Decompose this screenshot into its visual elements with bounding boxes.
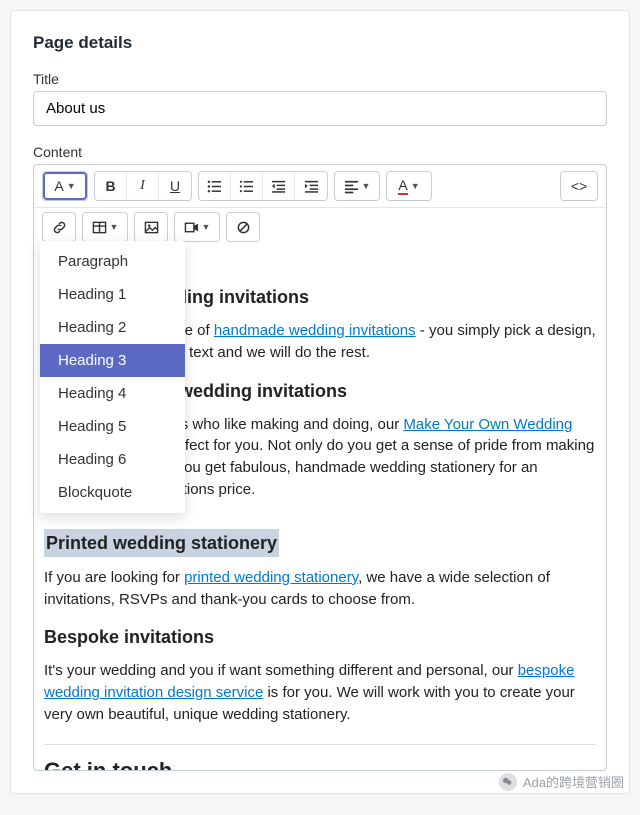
format-dropdown-button[interactable]: A ▼ [43, 172, 87, 200]
watermark-text: Ada的跨境营销圈 [523, 772, 624, 791]
image-button[interactable] [135, 213, 167, 241]
align-left-icon [344, 179, 359, 194]
outdent-icon [271, 179, 286, 194]
bold-button[interactable]: B [95, 172, 127, 200]
dd-heading-2[interactable]: Heading 2 [40, 311, 185, 344]
bullet-list-button[interactable] [199, 172, 231, 200]
html-view-button[interactable]: <> [561, 172, 597, 200]
page-details-panel: Page details Title Content A ▼ B I U [10, 10, 630, 794]
numbered-list-icon [239, 179, 254, 194]
wechat-icon [499, 773, 517, 791]
outdent-button[interactable] [263, 172, 295, 200]
dd-heading-3[interactable]: Heading 3 [40, 344, 185, 377]
clear-formatting-button[interactable] [227, 213, 259, 241]
format-letter: A [54, 178, 63, 194]
content-link[interactable]: handmade wedding invitations [214, 322, 416, 339]
dd-heading-1[interactable]: Heading 1 [40, 278, 185, 311]
link-icon [52, 220, 67, 235]
link-button[interactable] [43, 213, 75, 241]
title-input[interactable] [33, 91, 607, 126]
video-icon [184, 220, 199, 235]
indent-button[interactable] [295, 172, 327, 200]
dd-heading-6[interactable]: Heading 6 [40, 443, 185, 476]
chevron-down-icon: ▼ [411, 181, 420, 191]
content-paragraph: If you are looking for printed wedding s… [44, 567, 596, 611]
indent-icon [304, 179, 319, 194]
dd-blockquote[interactable]: Blockquote [40, 476, 185, 509]
dd-paragraph[interactable]: Paragraph [40, 245, 185, 278]
panel-heading: Page details [33, 33, 607, 53]
numbered-list-button[interactable] [231, 172, 263, 200]
content-heading-cutoff: Get in touch [44, 755, 596, 770]
title-label: Title [33, 71, 607, 87]
content-heading-selected: Printed wedding stationery [44, 529, 279, 557]
video-dropdown-button[interactable]: ▼ [175, 213, 219, 241]
content-hr [44, 744, 596, 745]
image-icon [144, 220, 159, 235]
watermark: Ada的跨境营销圈 [499, 772, 624, 791]
content-heading: Bespoke invitations [44, 624, 596, 650]
table-dropdown-button[interactable]: ▼ [83, 213, 127, 241]
dd-heading-4[interactable]: Heading 4 [40, 377, 185, 410]
underline-button[interactable]: U [159, 172, 191, 200]
chevron-down-icon: ▼ [202, 222, 211, 232]
font-color-button[interactable]: A ▼ [387, 172, 431, 200]
rich-text-editor: A ▼ B I U [33, 164, 607, 771]
clear-format-icon [236, 220, 251, 235]
content-label: Content [33, 144, 607, 160]
format-dropdown-menu: Paragraph Heading 1 Heading 2 Heading 3 … [40, 241, 185, 513]
dd-heading-5[interactable]: Heading 5 [40, 410, 185, 443]
bullet-list-icon [207, 179, 222, 194]
table-icon [92, 220, 107, 235]
content-link[interactable]: printed wedding stationery [184, 569, 358, 586]
chevron-down-icon: ▼ [362, 181, 371, 191]
font-color-icon: A [398, 178, 407, 195]
chevron-down-icon: ▼ [110, 222, 119, 232]
content-paragraph: It's your wedding and you if want someth… [44, 660, 596, 725]
editor-toolbar: A ▼ B I U [34, 165, 606, 208]
italic-button[interactable]: I [127, 172, 159, 200]
chevron-down-icon: ▼ [67, 181, 76, 191]
align-dropdown-button[interactable]: ▼ [335, 172, 379, 200]
